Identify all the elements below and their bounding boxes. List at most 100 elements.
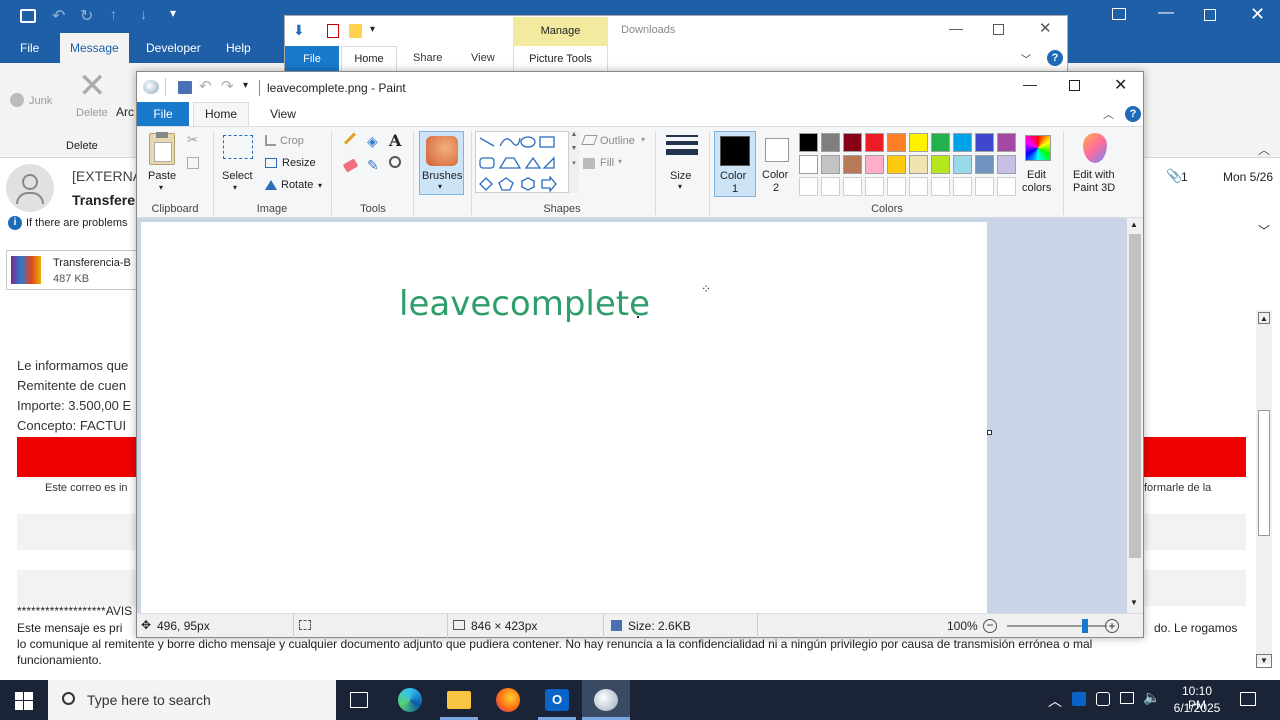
zoom-slider-track[interactable] bbox=[1007, 625, 1107, 627]
reading-scrollbar[interactable]: ▲ bbox=[1256, 310, 1272, 664]
outlook-restore-button[interactable] bbox=[1204, 9, 1216, 21]
explorer-tab-picture-tools[interactable]: Picture Tools bbox=[513, 46, 608, 72]
outlook-icon[interactable]: O bbox=[545, 689, 569, 711]
delete-button[interactable]: Delete bbox=[76, 107, 108, 119]
palette-color-swatch[interactable] bbox=[997, 155, 1016, 174]
palette-color-swatch[interactable] bbox=[997, 133, 1016, 152]
fill-icon[interactable] bbox=[583, 158, 595, 169]
scroll-up-icon[interactable]: ▲ bbox=[1130, 220, 1138, 229]
edit-colors-icon[interactable] bbox=[1025, 135, 1051, 161]
tab-message[interactable]: Message bbox=[60, 33, 129, 63]
palette-color-swatch[interactable] bbox=[931, 155, 950, 174]
resize-icon[interactable] bbox=[265, 158, 277, 168]
custom-color-slot[interactable] bbox=[821, 177, 840, 196]
taskbar-search-box[interactable]: Type here to search bbox=[48, 680, 336, 720]
custom-color-slot[interactable] bbox=[887, 177, 906, 196]
paint-help-icon[interactable]: ? bbox=[1125, 106, 1141, 122]
eraser-icon[interactable] bbox=[342, 158, 359, 173]
zoom-slider-thumb[interactable] bbox=[1082, 619, 1088, 633]
paint-vertical-scrollbar[interactable]: ▲ ▼ bbox=[1127, 218, 1143, 613]
select-button[interactable]: Select bbox=[222, 170, 253, 182]
paint-undo-icon[interactable]: ↶ bbox=[199, 77, 212, 95]
custom-color-slot[interactable] bbox=[953, 177, 972, 196]
crop-icon[interactable] bbox=[265, 135, 276, 146]
shapes-scroll[interactable]: ▲ ▼ ▾ bbox=[569, 131, 579, 193]
select-dropdown-icon[interactable]: ▾ bbox=[233, 183, 237, 192]
paint-collapse-ribbon-icon[interactable]: ︿ bbox=[1103, 106, 1114, 122]
copy-icon[interactable] bbox=[187, 157, 199, 169]
palette-color-swatch[interactable] bbox=[865, 155, 884, 174]
properties-icon[interactable] bbox=[327, 24, 339, 38]
custom-color-slot[interactable] bbox=[975, 177, 994, 196]
color-picker-icon[interactable]: ✎ bbox=[367, 157, 379, 174]
custom-color-slot[interactable] bbox=[997, 177, 1016, 196]
paste-dropdown-icon[interactable]: ▾ bbox=[159, 183, 163, 192]
resize-handle[interactable] bbox=[987, 430, 992, 435]
paint-tab-file[interactable]: File bbox=[137, 102, 189, 126]
tab-developer[interactable]: Developer bbox=[146, 41, 201, 55]
outline-icon[interactable] bbox=[581, 135, 598, 145]
junk-button[interactable]: Junk bbox=[29, 95, 52, 107]
paint-scroll-down-icon[interactable]: ▼ bbox=[1130, 598, 1138, 607]
crop-button[interactable]: Crop bbox=[280, 135, 304, 147]
palette-color-swatch[interactable] bbox=[843, 155, 862, 174]
explorer-tab-home[interactable]: Home bbox=[341, 46, 397, 72]
paint-tab-home[interactable]: Home bbox=[193, 102, 249, 126]
explorer-close-button[interactable]: ✕ bbox=[1039, 19, 1052, 37]
tray-outlook-icon[interactable] bbox=[1072, 692, 1086, 706]
edit-colors-label[interactable]: Edit bbox=[1027, 169, 1046, 181]
paint3d-label[interactable]: Edit with bbox=[1073, 169, 1115, 181]
size-dropdown-icon[interactable]: ▾ bbox=[678, 182, 682, 191]
size-icon[interactable] bbox=[666, 135, 698, 161]
paint-app-icon[interactable] bbox=[143, 80, 159, 94]
outlook-minimize-button[interactable]: — bbox=[1158, 4, 1174, 22]
explorer-maximize-button[interactable] bbox=[993, 24, 1004, 35]
fill-dropdown-icon[interactable]: ▾ bbox=[618, 157, 622, 166]
paint-close-button[interactable]: ✕ bbox=[1114, 75, 1127, 95]
custom-color-slot[interactable] bbox=[799, 177, 818, 196]
clock-date[interactable]: 6/1/2025 bbox=[1170, 701, 1224, 715]
file-explorer-icon[interactable] bbox=[447, 691, 471, 709]
palette-color-swatch[interactable] bbox=[887, 133, 906, 152]
undo-icon[interactable]: ↶ bbox=[52, 6, 65, 26]
select-icon[interactable] bbox=[223, 135, 253, 159]
paint-maximize-button[interactable] bbox=[1069, 80, 1080, 91]
paint-redo-icon[interactable]: ↷ bbox=[221, 77, 234, 95]
zoom-out-button[interactable]: − bbox=[983, 619, 997, 633]
down-arrow-icon[interactable]: ↓ bbox=[140, 6, 147, 22]
explorer-minimize-button[interactable]: — bbox=[949, 20, 963, 36]
palette-color-swatch[interactable] bbox=[931, 133, 950, 152]
explorer-help-icon[interactable]: ? bbox=[1047, 50, 1063, 66]
firefox-icon[interactable] bbox=[496, 688, 520, 712]
drawing-canvas[interactable]: leavecomplete ⁘ bbox=[141, 222, 987, 613]
paste-button[interactable]: Paste bbox=[148, 170, 176, 182]
attachment-card[interactable]: Transferencia-B 487 KB bbox=[6, 250, 138, 290]
save-icon[interactable] bbox=[20, 9, 36, 23]
brushes-button[interactable]: Brushes ▾ bbox=[419, 131, 464, 195]
tab-file[interactable]: File bbox=[20, 41, 39, 55]
archive-button[interactable]: Arc bbox=[116, 105, 134, 119]
text-tool-icon[interactable]: A bbox=[389, 131, 401, 150]
custom-color-slot[interactable] bbox=[843, 177, 862, 196]
shapes-gallery[interactable] bbox=[475, 131, 569, 193]
paint-tab-view[interactable]: View bbox=[263, 102, 303, 126]
palette-color-swatch[interactable] bbox=[799, 155, 818, 174]
paste-icon[interactable] bbox=[149, 132, 175, 165]
fill-button[interactable]: Fill bbox=[600, 157, 614, 169]
palette-color-swatch[interactable] bbox=[953, 155, 972, 174]
color1-button[interactable]: Color 1 bbox=[714, 131, 756, 197]
scroll-thumb[interactable] bbox=[1129, 234, 1141, 558]
paint-save-icon[interactable] bbox=[178, 81, 192, 94]
custom-color-slot[interactable] bbox=[931, 177, 950, 196]
rotate-button[interactable]: Rotate bbox=[281, 179, 313, 191]
fill-bucket-icon[interactable]: ◈ bbox=[367, 133, 378, 150]
notifications-icon[interactable] bbox=[1240, 692, 1256, 706]
tab-help[interactable]: Help bbox=[226, 41, 251, 55]
expand-header-icon[interactable]: ﹀ bbox=[1258, 222, 1270, 239]
resize-button[interactable]: Resize bbox=[282, 157, 316, 169]
qat-dropdown-icon[interactable]: ▾ bbox=[370, 24, 375, 35]
redo-icon[interactable]: ↻ bbox=[80, 6, 93, 26]
delete-icon[interactable]: ✕ bbox=[78, 69, 107, 103]
up-arrow-icon[interactable]: ↑ bbox=[110, 6, 117, 22]
task-view-icon[interactable] bbox=[350, 692, 368, 708]
